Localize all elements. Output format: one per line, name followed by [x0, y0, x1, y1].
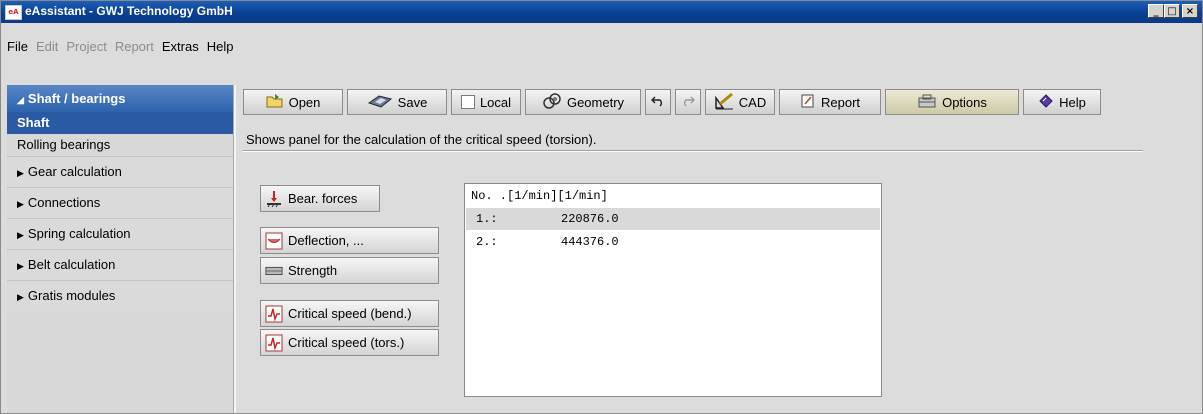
geometry-button[interactable]: Geometry [525, 89, 641, 115]
bear-forces-label: Bear. forces [288, 191, 358, 206]
local-checkbox[interactable]: Local [451, 89, 521, 115]
expand-triangle-icon: ▶ [17, 261, 24, 271]
geometry-label: Geometry [566, 94, 625, 110]
critical-speed-chart-icon [265, 305, 283, 323]
open-label: Open [288, 94, 321, 110]
undo-button[interactable] [645, 89, 671, 115]
expand-triangle-icon: ▶ [17, 168, 24, 178]
save-label: Save [397, 94, 428, 110]
help-label: Help [1059, 94, 1086, 110]
cad-button[interactable]: CAD [705, 89, 775, 115]
separator-line [243, 150, 1143, 152]
deflection-label: Deflection, ... [288, 233, 364, 248]
deflection-icon [265, 232, 283, 250]
sidebar-item-shaft[interactable]: Shaft [7, 112, 233, 134]
window-controls: _ □ × [1148, 4, 1198, 18]
sidebar-group-belt-calculation[interactable]: ▶ Belt calculation [7, 249, 233, 280]
main-toolbar: Open Save Local Geometry CAD Report Opti… [243, 89, 1105, 117]
results-header: No. .[1/min][1/min] [471, 189, 608, 203]
expand-triangle-icon: ▶ [17, 230, 24, 240]
options-label: Options [942, 94, 987, 110]
sidebar-group-label: Gratis modules [27, 288, 116, 303]
sidebar-group-connections[interactable]: ▶ Connections [7, 187, 233, 218]
module-sidebar: ◢ Shaft / bearings Shaft Rolling bearings… [7, 85, 233, 413]
menu-edit[interactable]: Edit [36, 39, 58, 54]
report-label: Report [820, 94, 861, 110]
checkbox-unchecked-icon [460, 95, 475, 109]
redo-button[interactable] [675, 89, 701, 115]
row-value: 220876.0 [561, 212, 619, 226]
critical-speed-tors-label: Critical speed (tors.) [288, 335, 405, 350]
row-value: 444376.0 [561, 235, 619, 249]
sidebar-group-label: Gear calculation [27, 164, 122, 179]
bear-forces-button[interactable]: Bear. forces [260, 185, 380, 212]
strength-beam-icon [265, 262, 283, 280]
close-button[interactable]: × [1182, 4, 1198, 18]
save-button[interactable]: Save [347, 89, 447, 115]
window-title: eAssistant - GWJ Technology GmbH [25, 4, 233, 18]
redo-arrow-icon [681, 95, 695, 110]
row-number: 2.: [476, 235, 498, 249]
sidebar-header-label: Shaft / bearings [27, 91, 126, 106]
cad-label: CAD [738, 94, 767, 110]
menu-report[interactable]: Report [115, 39, 154, 54]
critical-speed-bend-label: Critical speed (bend.) [288, 306, 412, 321]
menu-bar: File Edit Project Report Extras Help [1, 35, 1202, 57]
sidebar-header-shaft-bearings[interactable]: ◢ Shaft / bearings [7, 85, 233, 112]
sidebar-group-label: Connections [27, 195, 101, 210]
critical-speed-chart-icon [265, 334, 283, 352]
local-label: Local [479, 94, 512, 110]
menu-extras[interactable]: Extras [162, 39, 199, 54]
results-list[interactable]: No. .[1/min][1/min] 1.: 220876.0 2.: 444… [464, 183, 882, 397]
menu-project[interactable]: Project [66, 39, 106, 54]
menu-file[interactable]: File [7, 39, 28, 54]
options-tools-icon [917, 93, 937, 112]
report-document-icon [800, 93, 816, 112]
sidebar-group-gratis-modules[interactable]: ▶ Gratis modules [7, 280, 233, 311]
undo-arrow-icon [651, 95, 665, 110]
sidebar-group-label: Spring calculation [27, 226, 131, 241]
save-disk-icon [367, 93, 393, 112]
sidebar-item-rolling-bearings[interactable]: Rolling bearings [7, 134, 233, 156]
menu-help[interactable]: Help [207, 39, 234, 54]
title-bar[interactable]: eA eAssistant - GWJ Technology GmbH _ □ … [1, 1, 1202, 23]
app-window: eA eAssistant - GWJ Technology GmbH _ □ … [0, 0, 1203, 414]
help-button[interactable]: Help [1023, 89, 1101, 115]
sidebar-group-gear-calculation[interactable]: ▶ Gear calculation [7, 156, 233, 187]
strength-label: Strength [288, 263, 338, 278]
expand-triangle-icon: ▶ [17, 292, 24, 302]
cad-drawing-icon [714, 92, 734, 113]
critical-speed-bend-button[interactable]: Critical speed (bend.) [260, 300, 439, 327]
maximize-button[interactable]: □ [1164, 4, 1180, 18]
row-number: 1.: [476, 212, 498, 226]
list-item[interactable]: 1.: 220876.0 [466, 208, 880, 230]
open-button[interactable]: Open [243, 89, 343, 115]
app-logo-icon: eA [5, 5, 22, 20]
bearing-forces-icon [265, 190, 283, 208]
options-button[interactable]: Options [885, 89, 1019, 115]
open-folder-icon [266, 93, 284, 112]
critical-speed-tors-button[interactable]: Critical speed (tors.) [260, 329, 439, 356]
report-button[interactable]: Report [779, 89, 881, 115]
panel-divider[interactable] [233, 85, 236, 413]
geometry-shaft-icon [542, 92, 562, 113]
list-item[interactable]: 2.: 444376.0 [466, 231, 880, 253]
sidebar-group-label: Belt calculation [27, 257, 116, 272]
info-text: Shows panel for the calculation of the c… [246, 132, 597, 147]
help-book-icon [1038, 93, 1054, 112]
minimize-button[interactable]: _ [1148, 4, 1164, 18]
strength-button[interactable]: Strength [260, 257, 439, 284]
expand-triangle-icon: ▶ [17, 199, 24, 209]
sidebar-group-spring-calculation[interactable]: ▶ Spring calculation [7, 218, 233, 249]
deflection-button[interactable]: Deflection, ... [260, 227, 439, 254]
collapse-triangle-icon: ◢ [17, 95, 24, 105]
